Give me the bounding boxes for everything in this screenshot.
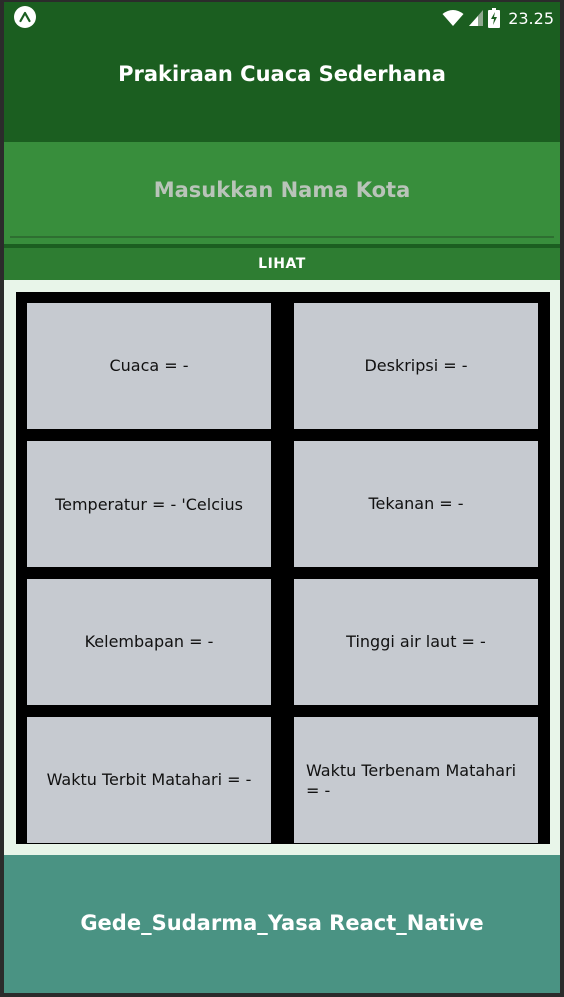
weather-content: Cuaca = - Deskripsi = - Temperatur = - '… [4, 280, 560, 857]
footer: Gede_Sudarma_Yasa React_Native [4, 855, 560, 993]
cuaca-cell: Cuaca = - [27, 303, 271, 429]
deskripsi-cell: Deskripsi = - [294, 303, 538, 429]
city-input[interactable] [10, 170, 554, 210]
waktu-terbenam-cell: Waktu Terbenam Matahari = - [294, 717, 538, 843]
app-screen: 23.25 Prakiraan Cuaca Sederhana LIHAT Cu… [4, 2, 560, 993]
temperatur-cell: Temperatur = - 'Celcius [27, 441, 271, 567]
page-title: Prakiraan Cuaca Sederhana [118, 62, 446, 86]
wifi-icon [442, 10, 464, 26]
signal-icon [469, 10, 484, 26]
input-underline [10, 236, 554, 238]
app-notification-icon [14, 6, 36, 28]
tekanan-cell: Tekanan = - [294, 441, 538, 567]
search-area [4, 142, 560, 244]
status-bar: 23.25 [4, 2, 560, 34]
status-time: 23.25 [508, 8, 554, 28]
app-header: Prakiraan Cuaca Sederhana [4, 34, 560, 142]
footer-text: Gede_Sudarma_Yasa React_Native [80, 911, 484, 935]
battery-charging-icon [488, 8, 501, 28]
status-icons: 23.25 [442, 6, 554, 30]
view-button[interactable]: LIHAT [4, 248, 560, 280]
waktu-terbit-cell: Waktu Terbit Matahari = - [27, 717, 271, 843]
weather-grid: Cuaca = - Deskripsi = - Temperatur = - '… [16, 292, 550, 844]
kelembapan-cell: Kelembapan = - [27, 579, 271, 705]
tinggi-air-laut-cell: Tinggi air laut = - [294, 579, 538, 705]
